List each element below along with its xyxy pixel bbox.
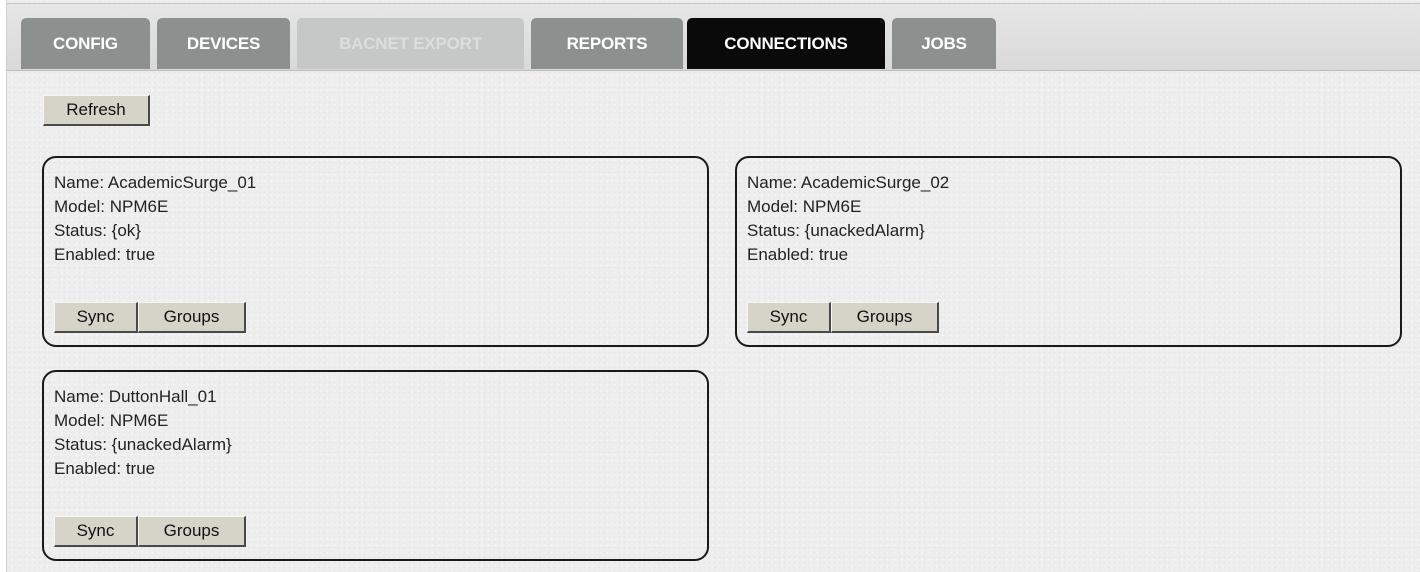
connection-enabled: Enabled: true	[54, 245, 156, 264]
refresh-button[interactable]: Refresh	[43, 95, 150, 126]
sync-button[interactable]: Sync	[54, 302, 138, 333]
connection-status: Status: {unackedAlarm}	[54, 435, 232, 454]
tab-reports[interactable]: REPORTS	[531, 18, 683, 69]
groups-button[interactable]: Groups	[138, 516, 246, 547]
connection-name: Name: AcademicSurge_02	[747, 173, 950, 192]
tab-devices[interactable]: DEVICES	[157, 18, 290, 69]
sync-button[interactable]: Sync	[54, 516, 138, 547]
connection-enabled: Enabled: true	[54, 459, 156, 478]
connections-page: CONFIG DEVICES BACNET EXPORT REPORTS CON…	[6, 0, 1420, 572]
connection-name: Name: AcademicSurge_01	[54, 173, 257, 192]
connection-card: Name: AcademicSurge_02 Model: NPM6E Stat…	[735, 156, 1402, 347]
groups-button[interactable]: Groups	[831, 302, 939, 333]
connection-model: Model: NPM6E	[54, 197, 169, 216]
connection-status: Status: {unackedAlarm}	[747, 221, 925, 240]
tab-bacnet-export[interactable]: BACNET EXPORT	[297, 18, 524, 69]
connection-enabled: Enabled: true	[747, 245, 849, 264]
tab-bar: CONFIG DEVICES BACNET EXPORT REPORTS CON…	[7, 3, 1420, 71]
connection-card: Name: DuttonHall_01 Model: NPM6E Status:…	[42, 370, 709, 561]
connection-model: Model: NPM6E	[747, 197, 862, 216]
connection-card: Name: AcademicSurge_01 Model: NPM6E Stat…	[42, 156, 709, 347]
connection-name: Name: DuttonHall_01	[54, 387, 217, 406]
tab-connections[interactable]: CONNECTIONS	[687, 18, 885, 69]
groups-button[interactable]: Groups	[138, 302, 246, 333]
sync-button[interactable]: Sync	[747, 302, 831, 333]
tab-jobs[interactable]: JOBS	[892, 18, 996, 69]
connection-model: Model: NPM6E	[54, 411, 169, 430]
tab-config[interactable]: CONFIG	[21, 18, 150, 69]
connection-status: Status: {ok}	[54, 221, 141, 240]
